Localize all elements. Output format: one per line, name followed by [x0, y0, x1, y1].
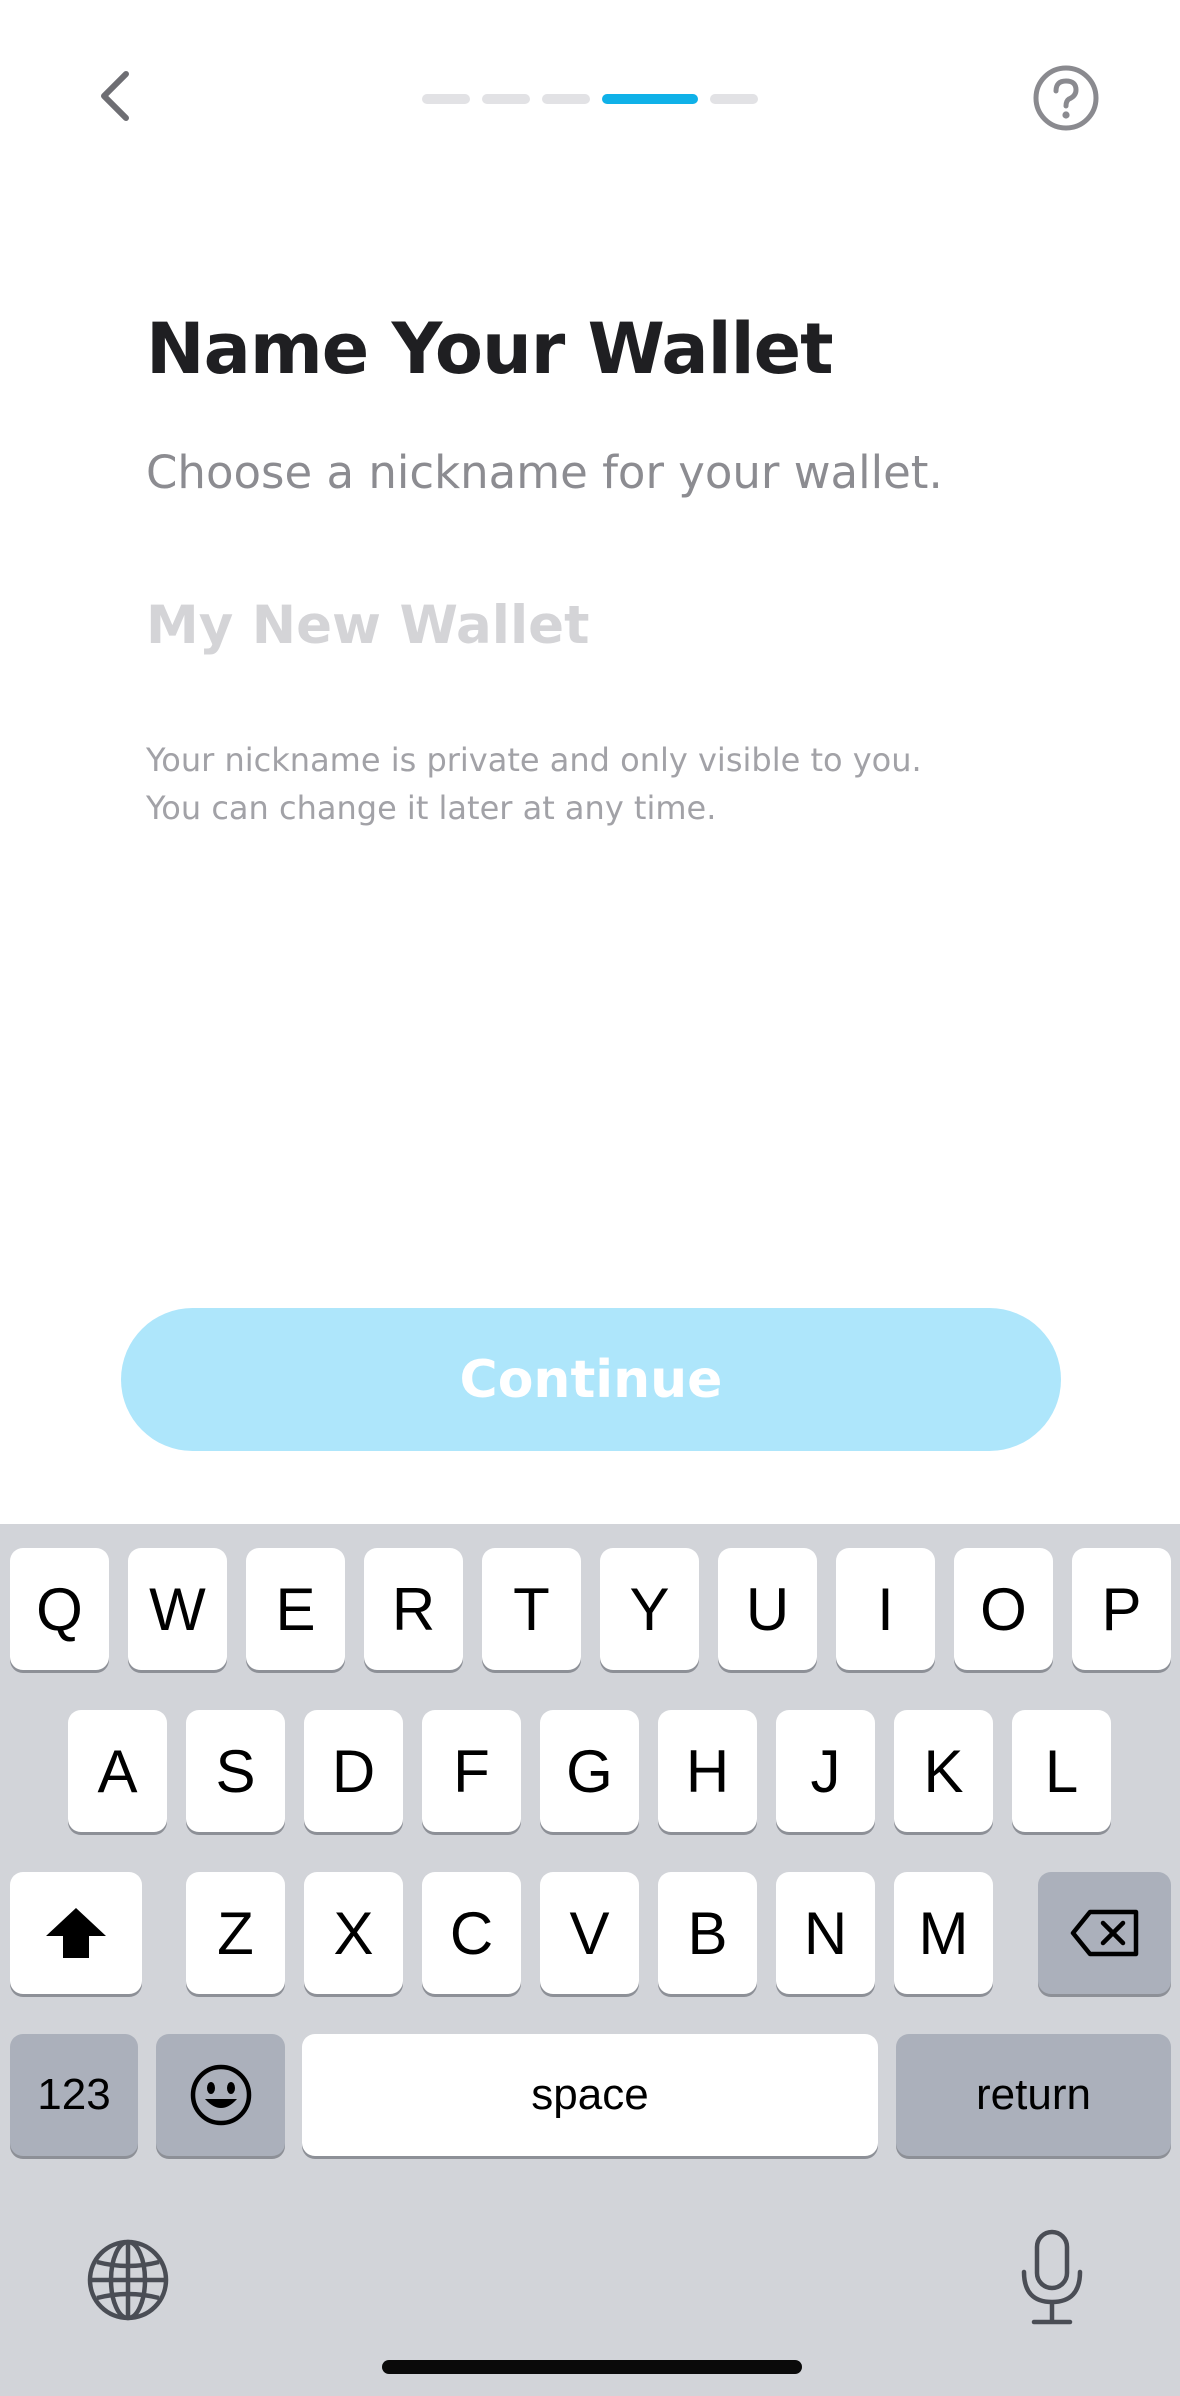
key-r[interactable]: R: [364, 1548, 463, 1670]
key-f[interactable]: F: [422, 1710, 521, 1832]
back-button[interactable]: [80, 60, 152, 132]
key-g[interactable]: G: [540, 1710, 639, 1832]
key-e[interactable]: E: [246, 1548, 345, 1670]
emoji-key[interactable]: [156, 2034, 285, 2156]
dictation-button[interactable]: [1010, 2228, 1094, 2328]
key-s[interactable]: S: [186, 1710, 285, 1832]
key-w[interactable]: W: [128, 1548, 227, 1670]
key-o[interactable]: O: [954, 1548, 1053, 1670]
globe-icon: [87, 2239, 169, 2321]
key-t[interactable]: T: [482, 1548, 581, 1670]
progress-step-5: [710, 94, 758, 104]
progress-step-1: [422, 94, 470, 104]
key-h[interactable]: H: [658, 1710, 757, 1832]
key-p[interactable]: P: [1072, 1548, 1171, 1670]
key-a[interactable]: A: [68, 1710, 167, 1832]
progress-step-3: [542, 94, 590, 104]
page-title: Name Your Wallet: [146, 308, 834, 390]
shift-arrow-icon: [46, 1908, 106, 1958]
key-k[interactable]: K: [894, 1710, 993, 1832]
numbers-key[interactable]: 123: [10, 2034, 138, 2156]
continue-button[interactable]: Continue: [121, 1308, 1061, 1451]
chevron-left-icon: [101, 71, 129, 121]
hint-line-1: Your nickname is private and only visibl…: [146, 741, 922, 779]
nickname-hint: Your nickname is private and only visibl…: [146, 736, 922, 832]
progress-step-2: [482, 94, 530, 104]
key-i[interactable]: I: [836, 1548, 935, 1670]
key-n[interactable]: N: [776, 1872, 875, 1994]
on-screen-keyboard: Q W E R T Y U I O P A S D F G H J K L Z …: [0, 1524, 1180, 2396]
globe-button[interactable]: [84, 2236, 172, 2324]
page-subtitle: Choose a nickname for your wallet.: [146, 446, 943, 499]
help-button[interactable]: [1030, 62, 1102, 134]
space-key[interactable]: space: [302, 2034, 878, 2156]
key-b[interactable]: B: [658, 1872, 757, 1994]
key-x[interactable]: X: [304, 1872, 403, 1994]
key-m[interactable]: M: [894, 1872, 993, 1994]
backspace-icon: [1070, 1909, 1138, 1957]
key-y[interactable]: Y: [600, 1548, 699, 1670]
return-key[interactable]: return: [896, 2034, 1171, 2156]
microphone-icon: [1021, 2229, 1083, 2325]
step-progress: [422, 94, 762, 104]
key-c[interactable]: C: [422, 1872, 521, 1994]
question-circle-icon: [1033, 65, 1099, 131]
progress-step-4-active: [602, 94, 698, 104]
key-q[interactable]: Q: [10, 1548, 109, 1670]
shift-key[interactable]: [10, 1872, 142, 1994]
wallet-nickname-input[interactable]: [146, 580, 1046, 670]
key-z[interactable]: Z: [186, 1872, 285, 1994]
hint-line-2: You can change it later at any time.: [146, 789, 717, 827]
key-j[interactable]: J: [776, 1710, 875, 1832]
emoji-icon: [190, 2064, 251, 2126]
key-u[interactable]: U: [718, 1548, 817, 1670]
key-v[interactable]: V: [540, 1872, 639, 1994]
key-d[interactable]: D: [304, 1710, 403, 1832]
key-l[interactable]: L: [1012, 1710, 1111, 1832]
home-indicator[interactable]: [382, 2360, 802, 2374]
delete-key[interactable]: [1038, 1872, 1171, 1994]
